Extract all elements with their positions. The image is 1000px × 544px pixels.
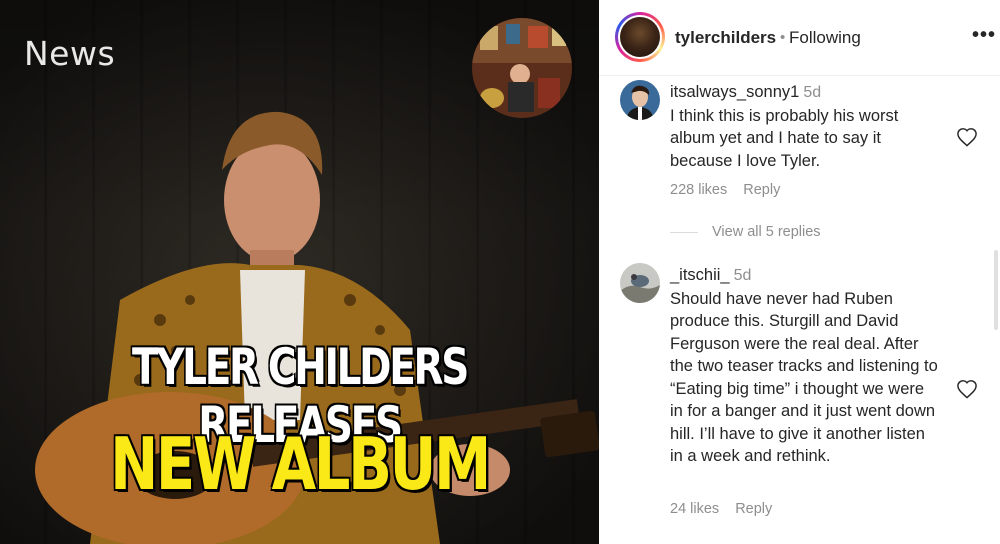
likes-count[interactable]: 24 likes bbox=[670, 501, 719, 517]
heart-icon[interactable] bbox=[956, 127, 978, 147]
comment-time[interactable]: 5d bbox=[734, 267, 752, 284]
post-header: tylerchilders • Following ••• bbox=[599, 0, 1000, 76]
author-username[interactable]: tylerchilders bbox=[675, 28, 776, 48]
reply-button[interactable]: Reply bbox=[735, 501, 772, 517]
replies-divider bbox=[670, 231, 698, 233]
comments-panel: tylerchilders • Following ••• itsalways_… bbox=[599, 0, 1000, 544]
channel-logo bbox=[472, 18, 572, 118]
heart-icon[interactable] bbox=[956, 379, 978, 399]
comment-text: I think this is probably his worst album… bbox=[670, 106, 899, 170]
view-replies-label[interactable]: View all 5 replies bbox=[712, 224, 821, 240]
comment-text-block: _itschii_ 5d Should have never had Ruben … bbox=[670, 264, 940, 468]
comment-text: Should have never had Ruben produce this… bbox=[670, 289, 938, 466]
commenter-username[interactable]: itsalways_sonny1 bbox=[670, 83, 799, 101]
comment-text-block: itsalways_sonny1 5d I think this is proba… bbox=[670, 81, 940, 172]
more-dots-icon[interactable]: ••• bbox=[972, 24, 996, 47]
likes-count[interactable]: 228 likes bbox=[670, 182, 727, 198]
comment-meta: 228 likes Reply bbox=[670, 182, 792, 198]
commenter-avatar[interactable] bbox=[620, 263, 660, 303]
commenter-avatar[interactable] bbox=[620, 80, 660, 120]
reply-button[interactable]: Reply bbox=[743, 182, 780, 198]
post-image[interactable]: News TYLER CHILDERS RELEASES NEW ALBUM bbox=[0, 0, 599, 544]
following-button[interactable]: Following bbox=[789, 28, 861, 48]
author-avatar[interactable] bbox=[615, 12, 665, 62]
scrollbar[interactable] bbox=[994, 250, 998, 330]
headline-line-2: NEW ALBUM bbox=[110, 422, 491, 506]
view-replies-button[interactable]: View all 5 replies bbox=[670, 224, 821, 240]
commenter-username[interactable]: _itschii_ bbox=[670, 266, 730, 284]
comment-meta: 24 likes Reply bbox=[670, 501, 784, 517]
comment-time[interactable]: 5d bbox=[803, 84, 821, 101]
news-label: News bbox=[24, 34, 116, 73]
header-separator: • bbox=[780, 29, 786, 46]
